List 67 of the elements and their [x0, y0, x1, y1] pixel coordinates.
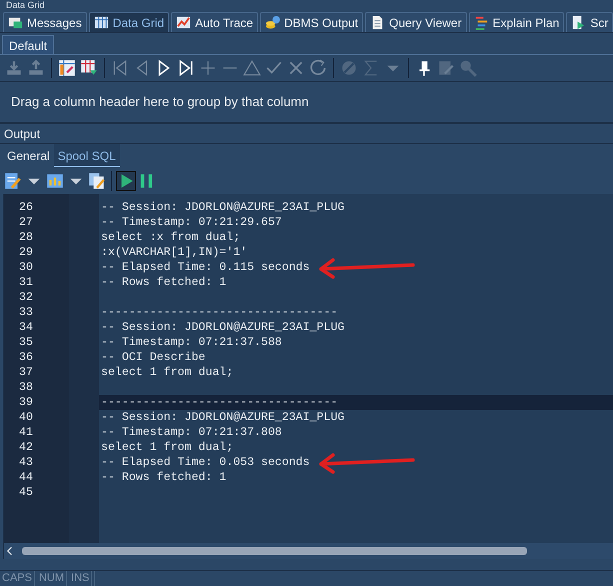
code-line: -- Elapsed Time: 0.115 seconds: [100, 260, 310, 275]
line-number: 26: [19, 201, 33, 214]
table-icon[interactable]: [58, 59, 76, 77]
code-line: select 1 from dual;: [100, 440, 234, 455]
line-number: 32: [19, 291, 33, 304]
line-number: 45: [19, 486, 33, 499]
group-by-hint: Drag a column header here to group by that column: [0, 82, 613, 124]
code-line: -- Rows fetched: 1: [100, 470, 226, 485]
tab[interactable]: Messages: [3, 12, 87, 32]
tab[interactable]: Query Viewer: [365, 12, 467, 32]
status-indicator: CAPS: [0, 571, 35, 586]
line-number: 33: [19, 306, 33, 319]
grid-icon: [94, 15, 109, 30]
scrollbar-thumb[interactable]: [22, 547, 527, 555]
plan-icon: [474, 15, 489, 30]
code-line: select :x from dual;: [100, 230, 240, 245]
code-line: -- Session: JDORLON@AZURE_23AI_PLUG: [100, 410, 345, 425]
status-indicator: INS: [69, 571, 92, 586]
code-line: -- Timestamp: 07:21:37.808: [100, 425, 282, 440]
code-line: -- Rows fetched: 1: [100, 275, 226, 290]
line-number: 31: [19, 276, 33, 289]
line-number: 41: [19, 426, 33, 439]
code-line: select 1 from dual;: [100, 365, 234, 380]
line-number: 28: [19, 231, 33, 244]
tab[interactable]: Explain Plan: [468, 12, 564, 32]
line-number: 29: [19, 246, 33, 259]
code-line: -- Session: JDORLON@AZURE_23AI_PLUG: [100, 320, 345, 335]
code-line: -- OCI Describe: [100, 350, 206, 365]
chart-icon[interactable]: [46, 172, 64, 190]
status-indicator: NUM: [36, 571, 68, 586]
line-number: 27: [19, 216, 33, 229]
code-line: -- Timestamp: 07:21:29.657: [100, 215, 282, 230]
coins-icon: [265, 15, 280, 30]
tab[interactable]: Default: [2, 35, 54, 54]
tab[interactable]: DBMS Output: [260, 12, 364, 32]
edit-icon[interactable]: [4, 172, 22, 190]
code-line: -- Session: JDORLON@AZURE_23AI_PLUG: [100, 200, 345, 215]
code-line: -- Timestamp: 07:21:37.588: [100, 335, 282, 350]
line-number: 36: [19, 351, 33, 364]
tab[interactable]: Scr: [566, 12, 613, 32]
code-line: ----------------------------------: [100, 305, 338, 320]
last-icon[interactable]: [177, 59, 195, 77]
code-line: :x(VARCHAR[1],IN)='1': [100, 245, 248, 260]
tab[interactable]: Spool SQL: [54, 144, 120, 167]
line-number: 35: [19, 336, 33, 349]
script-icon: [571, 15, 586, 30]
line-number: 39: [19, 396, 33, 409]
tab[interactable]: General: [3, 144, 54, 167]
tab[interactable]: Data Grid: [88, 12, 170, 32]
panel-title: Output: [0, 124, 613, 144]
line-number: 44: [19, 471, 33, 484]
line-number: 37: [19, 366, 33, 379]
copy-icon[interactable]: [88, 172, 106, 190]
line-number: 38: [19, 381, 33, 394]
line-number: 34: [19, 321, 33, 334]
line-number: 30: [19, 261, 33, 274]
table-icon[interactable]: [80, 59, 98, 77]
panel-title: Data Grid: [5, 0, 46, 11]
code-line: -- Elapsed Time: 0.053 seconds: [100, 455, 310, 470]
code-line: ----------------------------------: [100, 395, 338, 410]
envelope-icon: [8, 15, 23, 30]
line-number: 43: [19, 456, 33, 469]
play-icon[interactable]: [117, 172, 135, 190]
chart-icon: [176, 15, 192, 30]
line-number: 40: [19, 411, 33, 424]
tab[interactable]: Auto Trace: [171, 12, 258, 32]
line-number: 42: [19, 441, 33, 454]
